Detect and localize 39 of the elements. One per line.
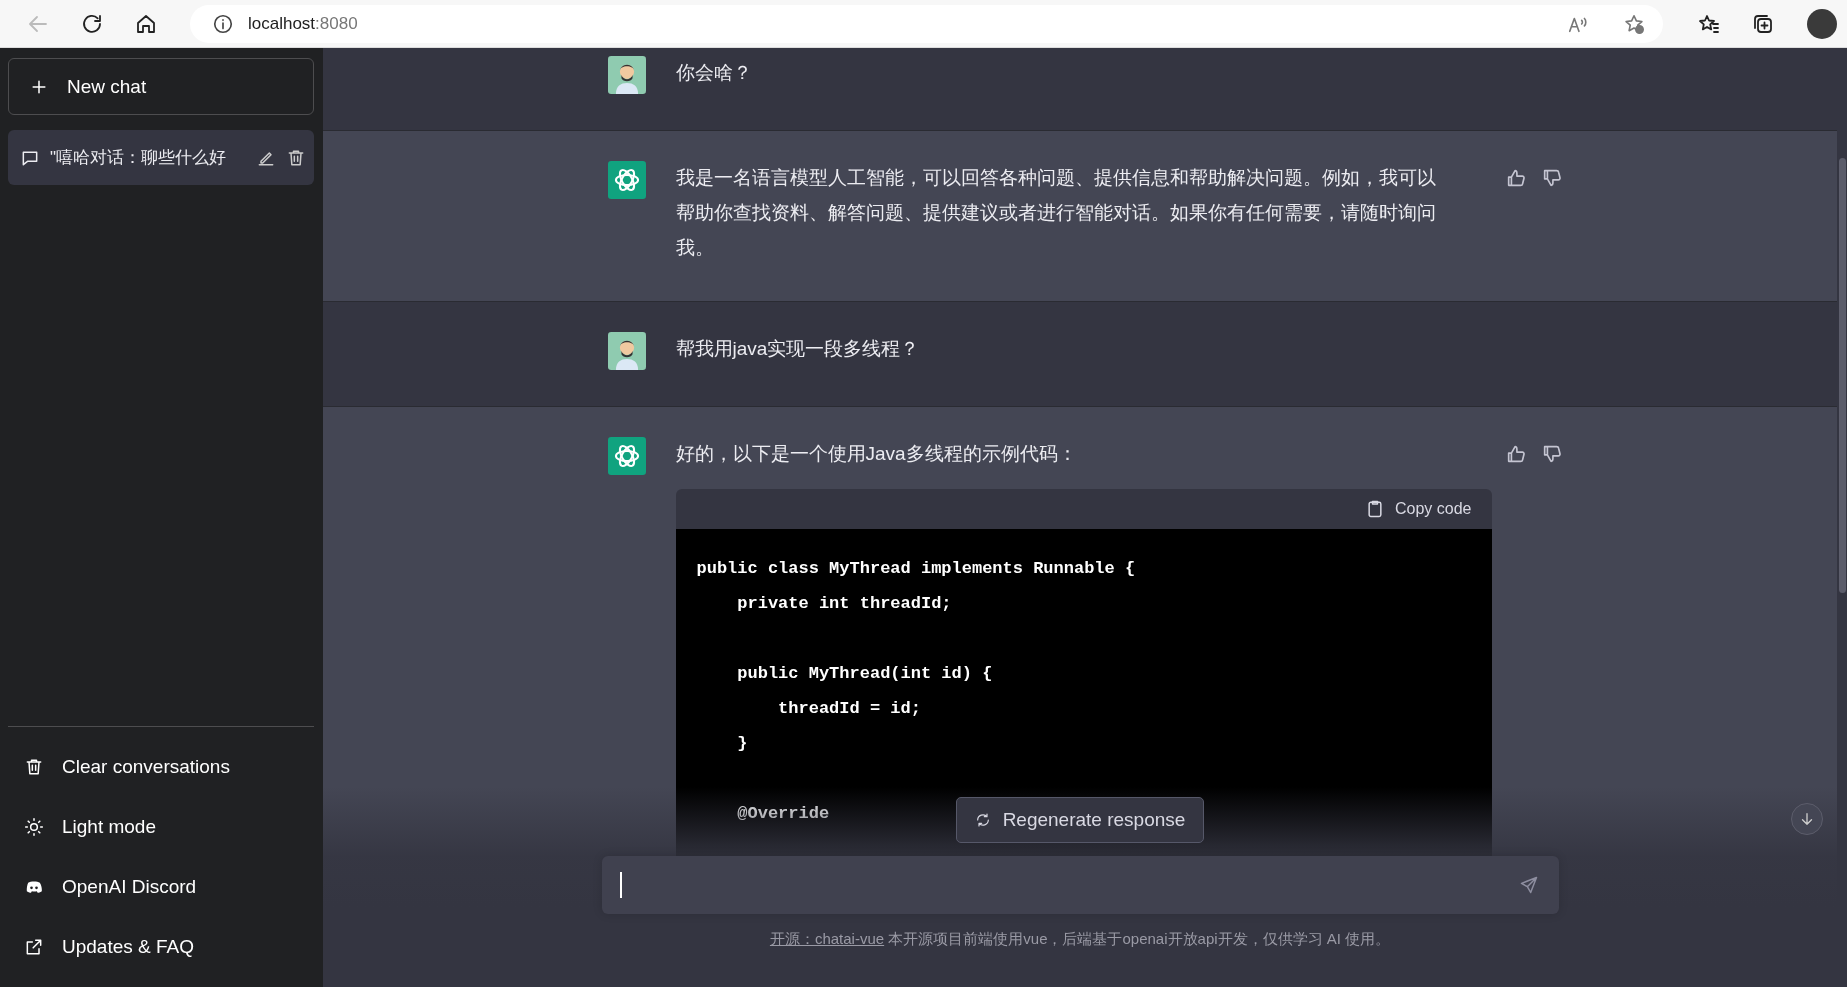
conversation-item[interactable]: "嘻哈对话：聊些什么好 <box>8 130 314 185</box>
new-chat-button[interactable]: New chat <box>8 58 314 115</box>
regenerate-button[interactable]: Regenerate response <box>955 797 1205 843</box>
code-line: @Override <box>736 803 830 825</box>
code-line: } <box>736 733 748 755</box>
sidebar-link[interactable]: Updates & FAQ <box>8 917 314 977</box>
refresh-icon <box>974 812 991 828</box>
user-avatar <box>607 56 646 94</box>
info-icon[interactable] <box>212 12 234 35</box>
message-input[interactable] <box>601 856 1559 914</box>
code-line: public class MyThread implements Runnable { <box>696 558 1136 580</box>
repo-link[interactable]: 开源：chatai-vue <box>769 930 885 947</box>
footer-note: 开源：chatai-vue 本开源项目前端使用vue，后端基于openai开放api开发，仅供学习 AI 使用。 <box>769 930 1391 949</box>
message-text: 好的，以下是一个使用Java多线程的示例代码： <box>675 442 1078 466</box>
code-line: public MyThread(int id) { <box>736 663 993 685</box>
clipboard-icon <box>1365 499 1385 519</box>
sidebar-link[interactable]: OpenAI Discord <box>8 857 314 917</box>
star-add-icon[interactable] <box>1623 12 1645 35</box>
send-icon[interactable] <box>1518 875 1539 895</box>
message-text: 你会啥？ <box>675 61 753 85</box>
profile-avatar[interactable] <box>1807 8 1837 39</box>
url-text: localhost:8080 <box>248 13 358 34</box>
trash-icon <box>24 757 44 777</box>
copy-code-button[interactable]: Copy code <box>1365 499 1472 519</box>
assistant-avatar <box>607 161 646 199</box>
sidebar-link[interactable]: Light mode <box>8 797 314 857</box>
scrollbar-thumb[interactable] <box>1839 158 1846 593</box>
text-cursor <box>619 872 622 898</box>
sidebar-link[interactable]: Clear conversations <box>8 737 314 797</box>
message-text: 我是一名语言模型人工智能，可以回答各种问题、提供信息和帮助解决问题。例如，我可以帮助你查找资料、解答问题、提供建议或者进行智能对话。如果你有任何需要，请随时询问我。 <box>675 166 1437 260</box>
code-line: private int threadId; <box>736 593 952 615</box>
assistant-avatar <box>607 437 646 475</box>
sun-icon <box>24 817 44 837</box>
user-avatar <box>607 332 646 370</box>
address-bar[interactable]: localhost:8080 <box>190 4 1663 43</box>
code-line: threadId = id; <box>777 698 921 720</box>
conversation-title: "嘻哈对话：聊些什么好 <box>50 147 228 169</box>
message-text: 帮我用java实现一段多线程？ <box>675 337 921 361</box>
external-link-icon <box>24 937 44 957</box>
